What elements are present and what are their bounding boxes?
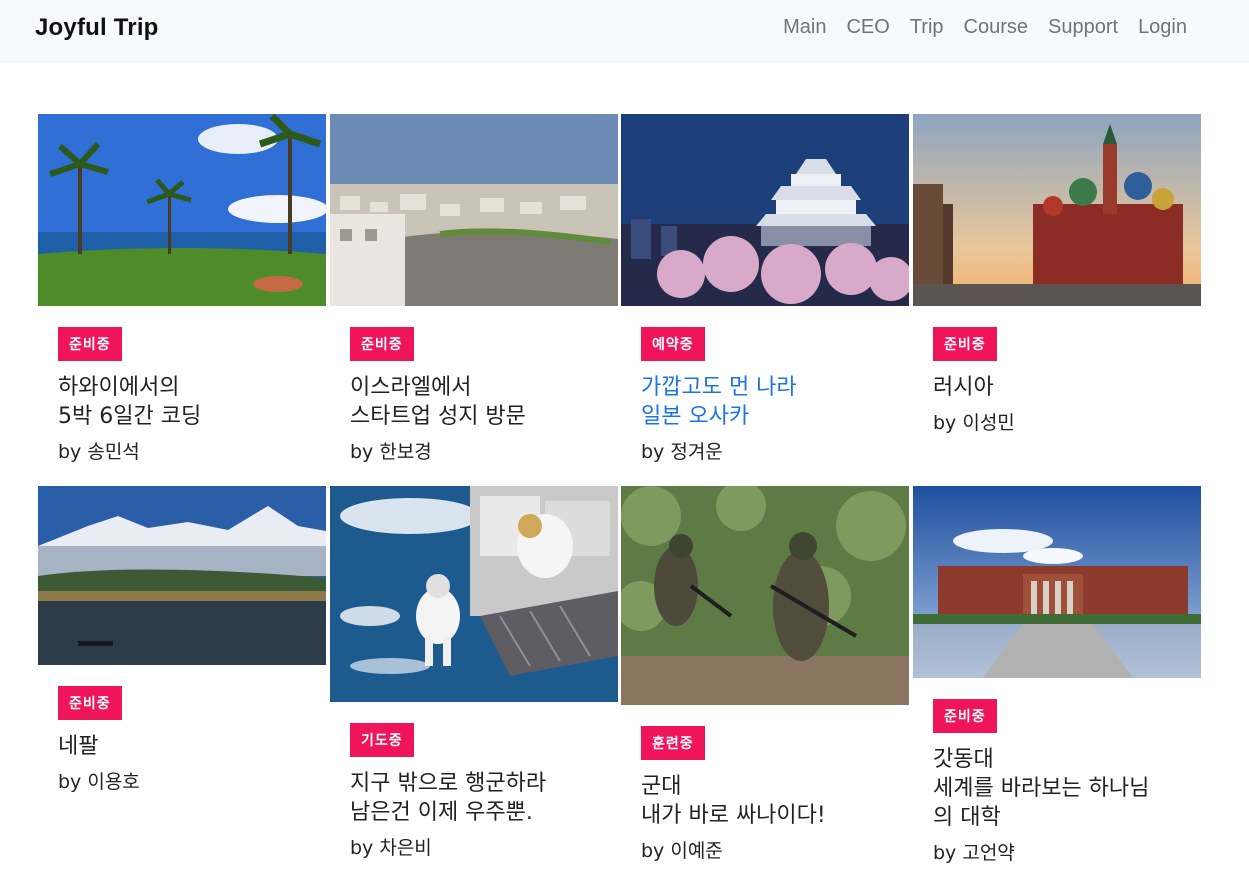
- status-badge: 기도중: [350, 723, 414, 757]
- card-body: 기도중 지구 밖으로 행군하라 남은건 이제 우주뿐. by 차은비: [330, 702, 618, 860]
- card-body: 훈련중 군대 내가 바로 싸나이다! by 이예준: [621, 705, 909, 863]
- card-title[interactable]: 네팔: [58, 732, 306, 761]
- card-author: by 정겨운: [641, 441, 723, 463]
- card-body: 준비중 네팔 by 이용호: [38, 665, 326, 794]
- status-badge: 준비중: [58, 327, 122, 361]
- trip-card[interactable]: 예약중 가깝고도 먼 나라 일본 오사카 by 정겨운: [621, 114, 909, 464]
- status-badge: 예약중: [641, 327, 705, 361]
- card-author: by 이예준: [641, 840, 723, 862]
- card-title[interactable]: 러시아: [933, 373, 1181, 402]
- brand-logo[interactable]: Joyful Trip: [35, 14, 159, 42]
- card-author: by 송민석: [58, 441, 140, 463]
- nav-trip[interactable]: Trip: [910, 16, 944, 39]
- card-title[interactable]: 갓동대 세계를 바라보는 하나님 의 대학: [933, 745, 1181, 832]
- card-title[interactable]: 이스라엘에서 스타트업 성지 방문: [350, 373, 598, 431]
- card-author: by 고언약: [933, 842, 1015, 864]
- trip-card[interactable]: 기도중 지구 밖으로 행군하라 남은건 이제 우주뿐. by 차은비: [330, 486, 618, 860]
- card-title[interactable]: 가깝고도 먼 나라 일본 오사카: [641, 373, 889, 431]
- navbar: Joyful Trip Main CEO Trip Course Support…: [0, 0, 1249, 63]
- card-body: 준비중 이스라엘에서 스타트업 성지 방문 by 한보경: [330, 306, 618, 464]
- card-author: by 한보경: [350, 441, 432, 463]
- card-title[interactable]: 군대 내가 바로 싸나이다!: [641, 772, 889, 830]
- moscow-cathedral-image: [913, 114, 1201, 306]
- card-author: by 이용호: [58, 771, 140, 793]
- card-body: 예약중 가깝고도 먼 나라 일본 오사카 by 정겨운: [621, 306, 909, 464]
- university-image: [913, 486, 1201, 678]
- hawaii-beach-image: [38, 114, 326, 306]
- card-title[interactable]: 하와이에서의 5박 6일간 코딩: [58, 373, 306, 431]
- nav-menu: Main CEO Trip Course Support Login: [783, 16, 1187, 39]
- status-badge: 준비중: [350, 327, 414, 361]
- card-body: 준비중 갓동대 세계를 바라보는 하나님 의 대학 by 고언약: [913, 678, 1201, 865]
- nav-course[interactable]: Course: [964, 16, 1028, 39]
- trip-card[interactable]: 준비중 갓동대 세계를 바라보는 하나님 의 대학 by 고언약: [913, 486, 1201, 865]
- israel-city-image: [330, 114, 618, 306]
- trip-card[interactable]: 준비중 하와이에서의 5박 6일간 코딩 by 송민석: [38, 114, 326, 464]
- card-title[interactable]: 지구 밖으로 행군하라 남은건 이제 우주뿐.: [350, 769, 598, 827]
- nav-main[interactable]: Main: [783, 16, 826, 39]
- soldiers-image: [621, 486, 909, 705]
- nav-support[interactable]: Support: [1048, 16, 1118, 39]
- trip-card[interactable]: 준비중 네팔 by 이용호: [38, 486, 326, 794]
- trip-card[interactable]: 준비중 이스라엘에서 스타트업 성지 방문 by 한보경: [330, 114, 618, 464]
- astronaut-image: [330, 486, 618, 702]
- trip-card[interactable]: 훈련중 군대 내가 바로 싸나이다! by 이예준: [621, 486, 909, 863]
- status-badge: 준비중: [58, 686, 122, 720]
- card-body: 준비중 러시아 by 이성민: [913, 306, 1201, 435]
- card-body: 준비중 하와이에서의 5박 6일간 코딩 by 송민석: [38, 306, 326, 464]
- status-badge: 준비중: [933, 327, 997, 361]
- nav-login[interactable]: Login: [1138, 16, 1187, 39]
- nav-ceo[interactable]: CEO: [846, 16, 889, 39]
- card-author: by 이성민: [933, 412, 1015, 434]
- nepal-mountain-image: [38, 486, 326, 665]
- osaka-castle-image: [621, 114, 909, 306]
- status-badge: 훈련중: [641, 726, 705, 760]
- status-badge: 준비중: [933, 699, 997, 733]
- card-author: by 차은비: [350, 837, 432, 859]
- trip-card[interactable]: 준비중 러시아 by 이성민: [913, 114, 1201, 435]
